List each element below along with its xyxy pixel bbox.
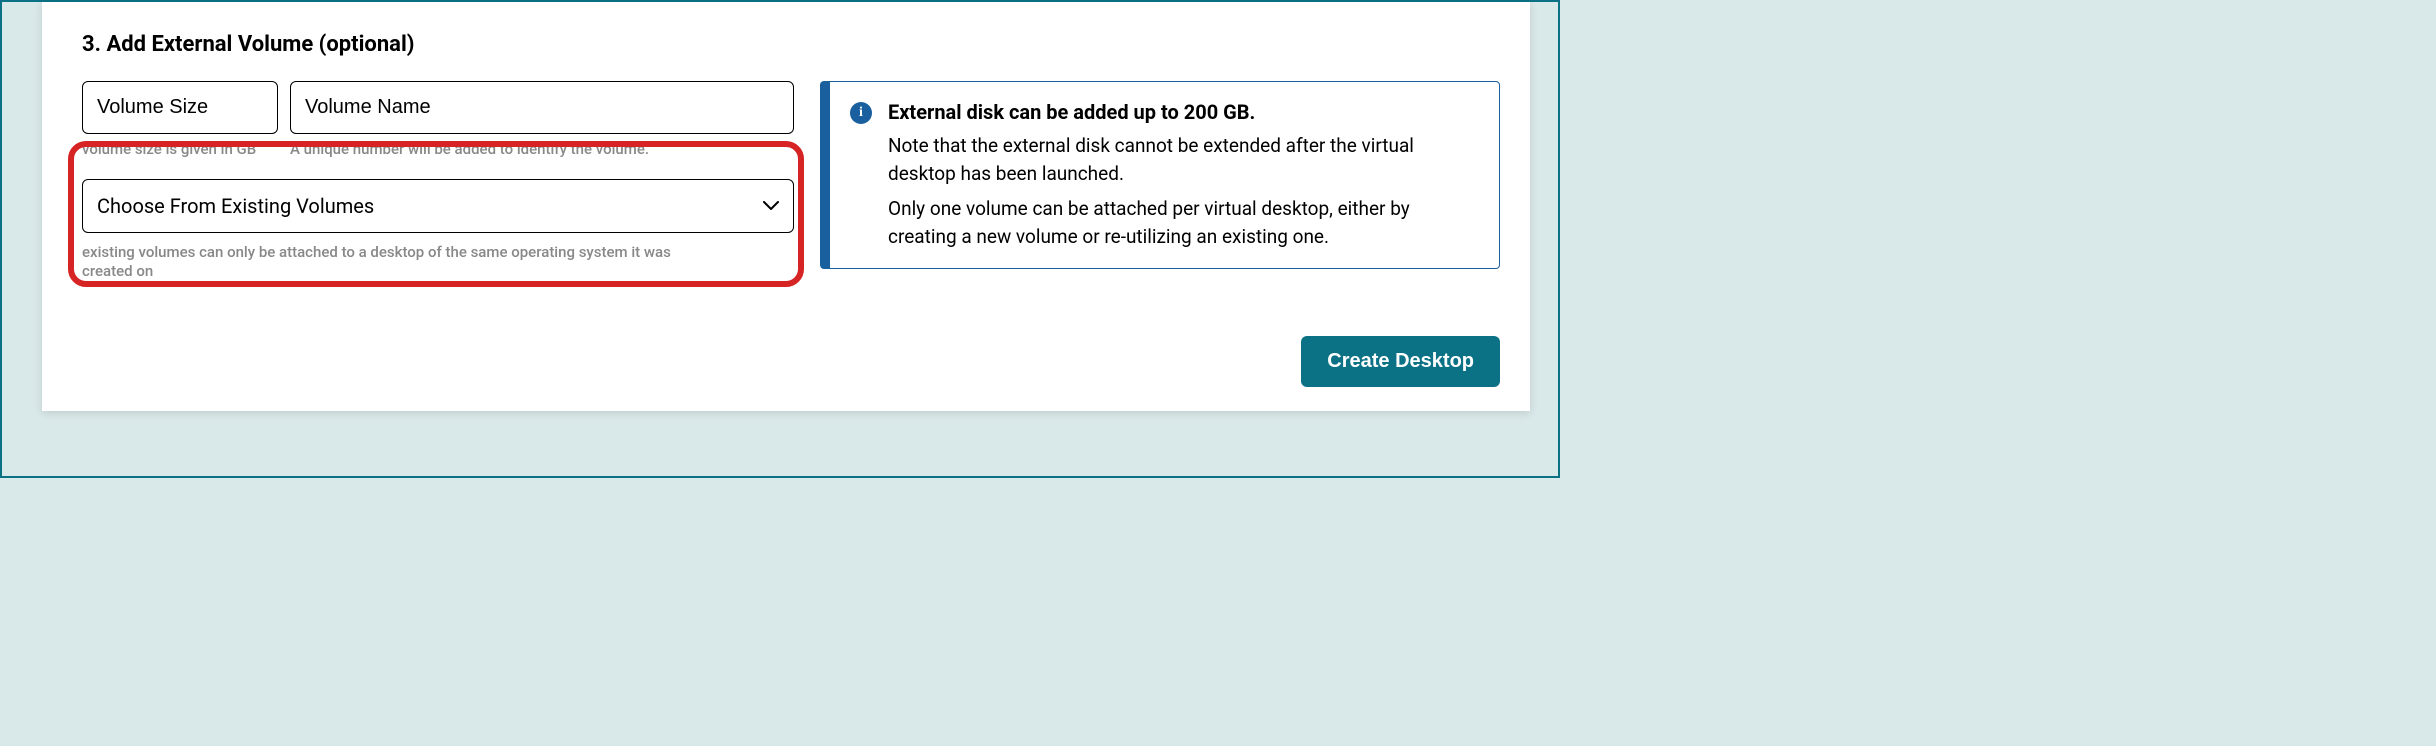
volume-name-hint: A unique number will be added to identif…	[290, 140, 794, 159]
chevron-down-icon	[763, 201, 779, 211]
info-title: External disk can be added up to 200 GB.	[888, 100, 1475, 124]
volume-size-input[interactable]	[82, 81, 278, 134]
info-body: External disk can be added up to 200 GB.…	[888, 100, 1475, 250]
volume-name-input[interactable]	[290, 81, 794, 134]
info-panel: i External disk can be added up to 200 G…	[820, 81, 1500, 269]
dropdown-hint: existing volumes can only be attached to…	[82, 243, 722, 282]
volume-size-hint: volume size is given in GB	[82, 140, 278, 159]
dropdown-label: Choose From Existing Volumes	[97, 194, 374, 218]
footer: Create Desktop	[1301, 336, 1500, 387]
content-row: volume size is given in GB A unique numb…	[82, 81, 1500, 282]
create-desktop-button[interactable]: Create Desktop	[1301, 336, 1500, 387]
section-heading: 3. Add External Volume (optional)	[82, 32, 1500, 57]
info-icon: i	[850, 102, 872, 124]
volume-size-wrap: volume size is given in GB	[82, 81, 278, 159]
info-paragraph-1: Note that the external disk cannot be ex…	[888, 132, 1475, 187]
form-card: 3. Add External Volume (optional) volume…	[42, 2, 1530, 411]
info-paragraph-2: Only one volume can be attached per virt…	[888, 195, 1475, 250]
existing-volumes-dropdown[interactable]: Choose From Existing Volumes	[82, 179, 794, 233]
volume-name-wrap: A unique number will be added to identif…	[290, 81, 794, 159]
input-row: volume size is given in GB A unique numb…	[82, 81, 794, 159]
left-column: volume size is given in GB A unique numb…	[82, 81, 794, 282]
dropdown-wrap: Choose From Existing Volumes existing vo…	[82, 179, 794, 282]
